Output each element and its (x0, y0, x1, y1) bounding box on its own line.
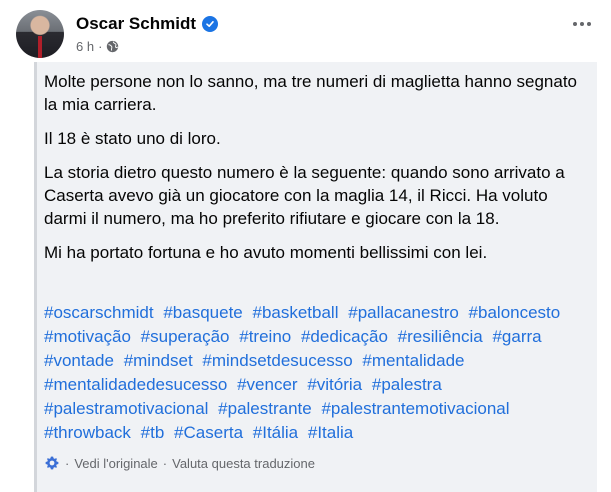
post-meta: 6 h · (76, 39, 119, 54)
paragraph: La storia dietro questo numero è la segu… (44, 163, 565, 228)
hashtag-link[interactable]: #dedicação (301, 327, 388, 346)
hashtag-link[interactable]: #palestra (372, 375, 442, 394)
post-header: Oscar Schmidt 6 h · (16, 10, 595, 60)
gear-icon[interactable] (44, 455, 60, 471)
author-row: Oscar Schmidt (76, 14, 218, 34)
hashtag-link[interactable]: #basquete (163, 303, 242, 322)
author-name[interactable]: Oscar Schmidt (76, 14, 196, 34)
avatar[interactable] (16, 10, 64, 58)
hashtag-link[interactable]: #tb (141, 423, 165, 442)
see-original-link[interactable]: Vedi l'originale (74, 456, 157, 471)
hashtag-link[interactable]: #treino (239, 327, 291, 346)
hashtag-link[interactable]: #mindsetdesucesso (202, 351, 352, 370)
hashtag-link[interactable]: #vitória (307, 375, 362, 394)
hashtag-link[interactable]: #throwback (44, 423, 131, 442)
hashtag-link[interactable]: #motivação (44, 327, 131, 346)
hashtag-link[interactable]: #garra (492, 327, 541, 346)
hashtag-link[interactable]: #mindset (124, 351, 193, 370)
hashtag-link[interactable]: #pallacanestro (348, 303, 459, 322)
translation-bar: · Vedi l'originale · Valuta questa tradu… (44, 455, 315, 471)
hashtag-link[interactable]: #resiliência (398, 327, 483, 346)
hashtag-link[interactable]: #basketball (252, 303, 338, 322)
translation-separator: · (162, 455, 168, 471)
hashtag-link[interactable]: #palestrantemotivacional (321, 399, 509, 418)
globe-icon[interactable] (106, 40, 119, 53)
hashtag-link[interactable]: #superação (141, 327, 230, 346)
post-text: Molte persone non lo sanno, ma tre numer… (44, 70, 589, 275)
hashtag-link[interactable]: #vontade (44, 351, 114, 370)
hashtag-link[interactable]: #vencer (237, 375, 297, 394)
hashtag-link[interactable]: #Italia (308, 423, 353, 442)
hashtag-link[interactable]: #mentalidadedesucesso (44, 375, 227, 394)
hashtag-link[interactable]: #baloncesto (469, 303, 561, 322)
post-body: Molte persone non lo sanno, ma tre numer… (34, 62, 597, 492)
hashtag-link[interactable]: #palestrante (218, 399, 312, 418)
hashtag-link[interactable]: #oscarschmidt (44, 303, 154, 322)
rate-translation-link[interactable]: Valuta questa traduzione (172, 456, 315, 471)
translation-separator: · (65, 455, 70, 471)
paragraph: Mi ha portato fortuna e ho avuto momenti… (44, 243, 488, 262)
post-time[interactable]: 6 h (76, 39, 94, 54)
hashtag-link[interactable]: #Itália (253, 423, 298, 442)
paragraph: Il 18 è stato uno di loro. (44, 129, 221, 148)
meta-separator: · (98, 39, 103, 54)
hashtag-link[interactable]: #mentalidade (362, 351, 464, 370)
paragraph: Molte persone non lo sanno, ma tre numer… (44, 72, 577, 114)
hashtag-link[interactable]: #Caserta (174, 423, 243, 442)
hashtag-link[interactable]: #palestramotivacional (44, 399, 208, 418)
more-options-icon[interactable] (573, 22, 591, 26)
hashtag-list: #oscarschmidt #basquete #basketball #pal… (44, 301, 589, 445)
verified-badge-icon (202, 16, 218, 32)
